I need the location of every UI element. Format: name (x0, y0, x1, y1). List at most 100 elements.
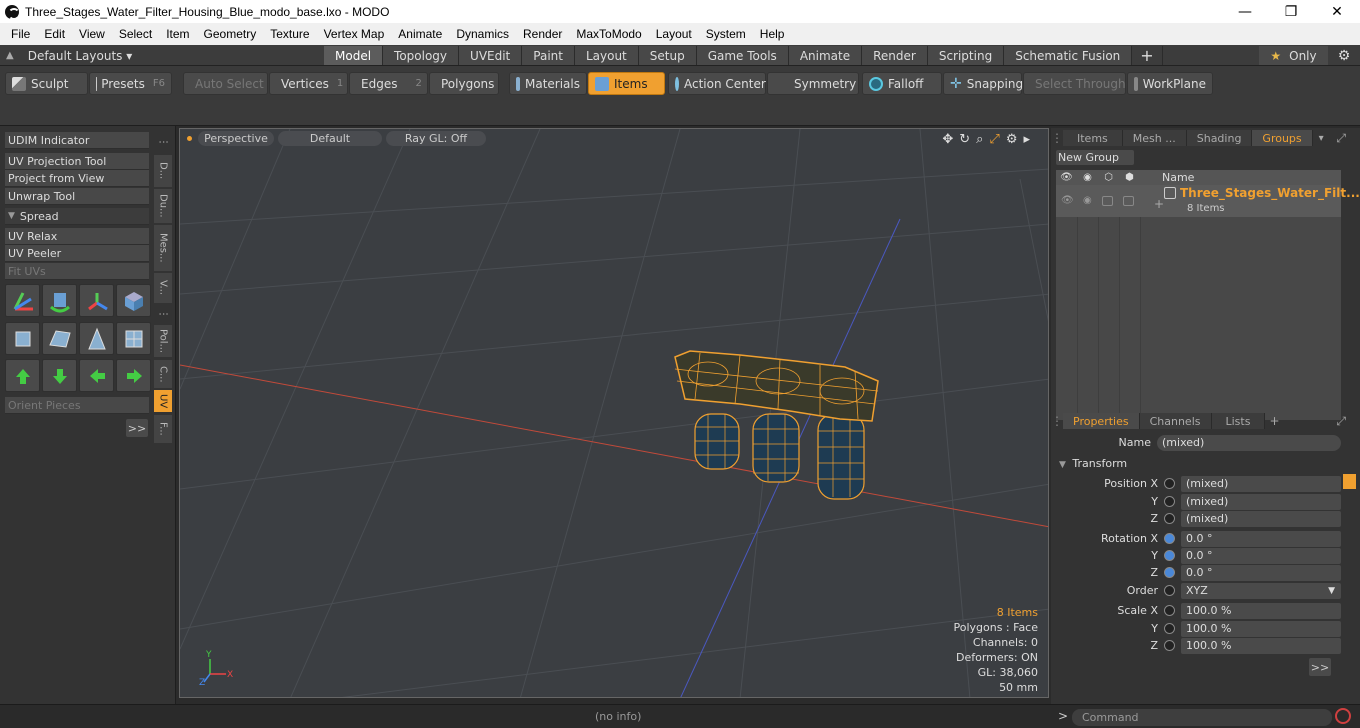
select-column-icon[interactable]: ⬢ (1119, 172, 1140, 183)
zoom-icon[interactable]: ⌕ (976, 132, 983, 147)
vtab-v[interactable]: V... (154, 273, 172, 303)
add-tab-button[interactable]: + (1132, 46, 1163, 65)
spread-section-header[interactable]: ▼ Spread (5, 208, 149, 225)
scale-z-field[interactable]: 100.0 % (1181, 637, 1341, 654)
uv-grid-icon[interactable] (116, 322, 151, 355)
materials-button[interactable]: Materials (509, 72, 587, 95)
sculpt-button[interactable]: Sculpt (5, 72, 88, 95)
order-dropdown[interactable]: XYZ ▼ (1181, 582, 1341, 599)
maximize-button[interactable]: ❐ (1268, 0, 1314, 23)
select-checkbox[interactable] (1123, 196, 1134, 206)
scale-y-key-icon[interactable] (1164, 623, 1175, 634)
tab-game-tools[interactable]: Game Tools (696, 46, 789, 65)
perspective-dropdown[interactable]: Perspective (198, 131, 274, 146)
polygons-button[interactable]: Polygons (429, 72, 499, 95)
pan-icon[interactable]: ✥ (942, 132, 953, 147)
order-key-icon[interactable] (1164, 585, 1175, 596)
name-field[interactable]: (mixed) (1157, 434, 1341, 451)
command-input[interactable]: Command (1072, 709, 1332, 726)
arrow-left-icon[interactable] (79, 359, 114, 392)
rotation-y-key-icon[interactable] (1164, 550, 1175, 561)
lock-checkbox[interactable] (1102, 196, 1113, 206)
project-from-view-button[interactable]: Project from View (5, 170, 149, 187)
vtab-pol[interactable]: Pol... (154, 325, 172, 357)
auto-select-button[interactable]: Auto Select (183, 72, 268, 95)
uv-rotate-icon[interactable] (42, 284, 77, 317)
tab-schematic-fusion[interactable]: Schematic Fusion (1004, 46, 1133, 65)
position-x-field[interactable]: (mixed) (1181, 475, 1341, 492)
position-y-key-icon[interactable] (1164, 496, 1175, 507)
position-y-field[interactable]: (mixed) (1181, 493, 1341, 510)
tab-model[interactable]: Model (324, 46, 384, 65)
symmetry-button[interactable]: Symmetry (767, 72, 859, 95)
lock-column-icon[interactable]: ⬡ (1098, 172, 1119, 183)
tab-layout[interactable]: Layout (574, 46, 639, 65)
panel-grip-icon[interactable]: ⋮ (1051, 131, 1063, 145)
render-toggle-icon[interactable]: ◉ (1083, 195, 1092, 206)
new-group-button[interactable]: New Group (1056, 150, 1134, 165)
viewport-more-icon[interactable]: ▸ (1023, 132, 1030, 147)
tab-topology[interactable]: Topology (383, 46, 460, 65)
render-column-icon[interactable]: ◉ (1077, 172, 1098, 183)
water-filter-model[interactable] (674, 350, 879, 500)
arrow-down-icon[interactable] (42, 359, 77, 392)
vtab-c[interactable]: C... (154, 360, 172, 388)
arrow-up-icon[interactable] (5, 359, 40, 392)
uv-move-icon[interactable] (79, 284, 114, 317)
default-layouts-dropdown[interactable]: ▲ Default Layouts ▾ (6, 47, 132, 64)
tabs-dropdown-icon[interactable]: ▾ (1319, 133, 1324, 144)
position-x-key-icon[interactable] (1164, 478, 1175, 489)
position-z-field[interactable]: (mixed) (1181, 510, 1341, 527)
scale-x-key-icon[interactable] (1164, 605, 1175, 616)
rotation-z-key-icon[interactable] (1164, 567, 1175, 578)
panel-menu-icon-2[interactable]: ⋮ (154, 305, 172, 323)
tab-setup[interactable]: Setup (638, 46, 697, 65)
uv-box-icon[interactable] (116, 284, 151, 317)
vertices-button[interactable]: Vertices 1 (269, 72, 348, 95)
shading-default-dropdown[interactable]: Default (278, 131, 382, 146)
tab-items[interactable]: Items (1063, 130, 1123, 146)
menu-view[interactable]: View (72, 27, 112, 41)
tab-channels[interactable]: Channels (1139, 413, 1212, 429)
rotation-z-field[interactable]: 0.0 ° (1181, 564, 1341, 581)
uv-projection-tool-button[interactable]: UV Projection Tool (5, 153, 149, 170)
menu-system[interactable]: System (699, 27, 753, 41)
transform-section-header[interactable]: ▼ Transform (1059, 457, 1127, 470)
properties-more-button[interactable]: >> (1309, 658, 1331, 676)
falloff-button[interactable]: Falloff (862, 72, 942, 95)
uv-relax-button[interactable]: UV Relax (5, 228, 149, 245)
only-button[interactable]: ★ Only (1259, 46, 1328, 65)
vtab-mes[interactable]: Mes... (154, 225, 172, 271)
vtab-d[interactable]: D... (154, 155, 172, 187)
viewport-gear-icon[interactable]: ⚙ (1006, 132, 1018, 147)
tab-shading[interactable]: Shading (1186, 130, 1253, 146)
minimize-button[interactable]: — (1222, 0, 1268, 23)
rotation-x-key-icon[interactable] (1164, 533, 1175, 544)
action-center-button[interactable]: Action Center (668, 72, 766, 95)
add-tab-icon[interactable]: + (1269, 414, 1279, 428)
uv-cylinder-icon[interactable] (5, 322, 40, 355)
scale-x-field[interactable]: 100.0 % (1181, 602, 1341, 619)
tab-mesh[interactable]: Mesh ... (1122, 130, 1187, 146)
udim-indicator-button[interactable]: UDIM Indicator (5, 132, 149, 149)
menu-maxtomodo[interactable]: MaxToModo (569, 27, 648, 41)
properties-side-tab-active[interactable] (1343, 474, 1356, 489)
3d-viewport[interactable]: Y X Z Perspective Default Ray GL: Off ✥ … (179, 128, 1049, 698)
eye-column-icon[interactable]: 👁 (1056, 172, 1077, 183)
group-name[interactable]: Three_Stages_Water_Filt... (1180, 186, 1360, 200)
select-through-button[interactable]: Select Through (1023, 72, 1126, 95)
panel-menu-icon[interactable]: ⋮ (154, 131, 172, 153)
menu-edit[interactable]: Edit (37, 27, 72, 41)
expand-panel-icon-2[interactable]: ⤢ (1336, 414, 1346, 429)
close-button[interactable]: ✕ (1314, 0, 1360, 23)
rotation-y-field[interactable]: 0.0 ° (1181, 547, 1341, 564)
tab-groups[interactable]: Groups (1252, 130, 1313, 146)
menu-vertex-map[interactable]: Vertex Map (317, 27, 392, 41)
raygl-toggle[interactable]: Ray GL: Off (386, 131, 486, 146)
menu-geometry[interactable]: Geometry (197, 27, 264, 41)
fit-uvs-button[interactable]: Fit UVs (5, 263, 149, 280)
arrow-right-icon[interactable] (116, 359, 151, 392)
tab-uvedit[interactable]: UVEdit (459, 46, 523, 65)
expand-plus-icon[interactable]: + (1154, 197, 1164, 211)
workplane-button[interactable]: WorkPlane (1127, 72, 1213, 95)
